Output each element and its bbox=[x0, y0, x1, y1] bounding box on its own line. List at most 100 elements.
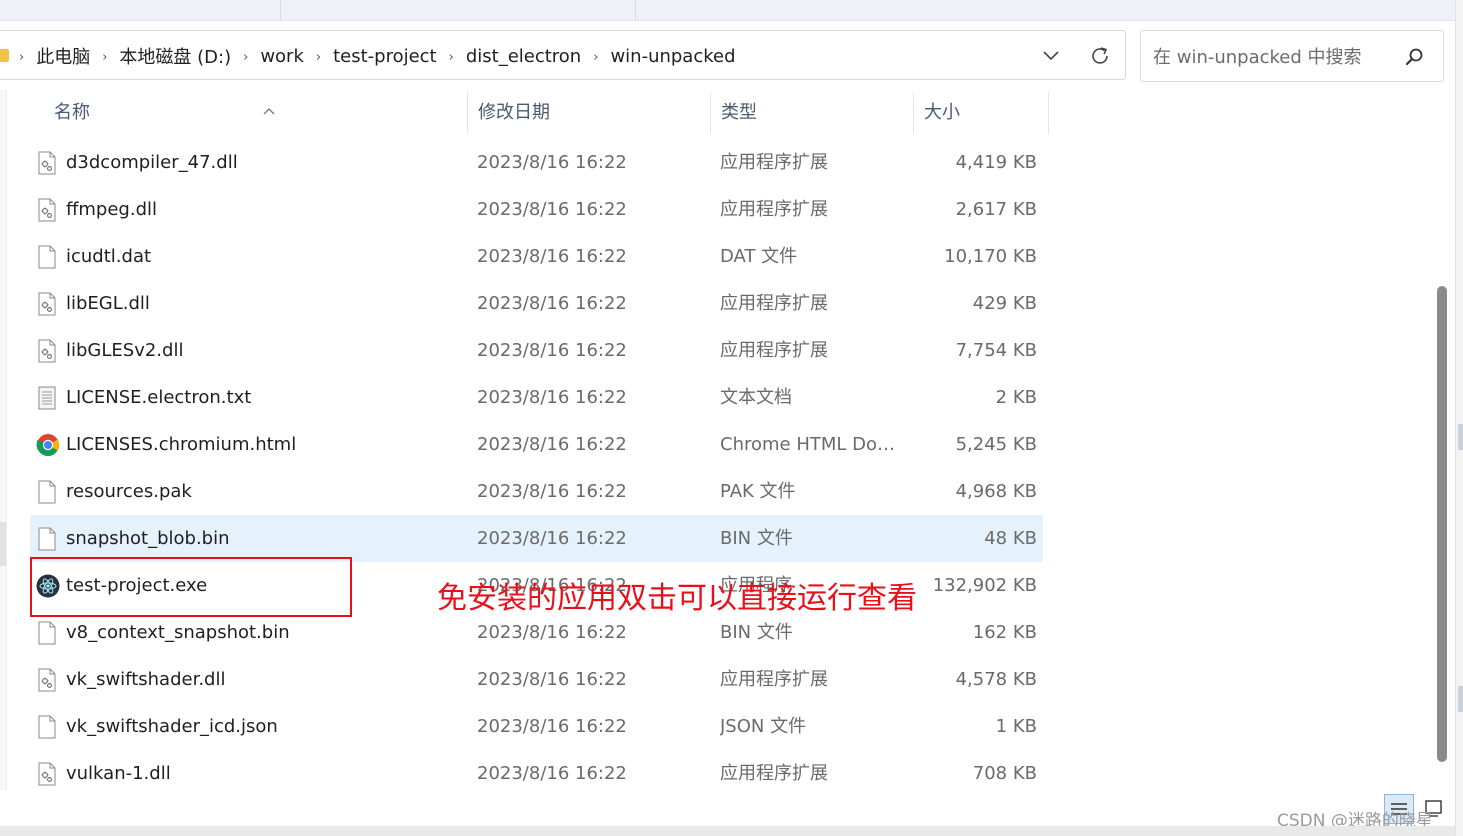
file-row[interactable]: LICENSES.chromium.html 2023/8/16 16:22 Chr… bbox=[30, 421, 1043, 468]
column-header-name[interactable]: 名称 bbox=[44, 92, 468, 134]
search-input[interactable] bbox=[1151, 43, 1405, 71]
annotation-highlight-box bbox=[30, 557, 352, 617]
column-header-size[interactable]: 大小 bbox=[914, 92, 1049, 134]
file-row[interactable]: snapshot_blob.bin 2023/8/16 16:22 BIN 文件 48… bbox=[30, 515, 1043, 562]
dll-file-icon bbox=[36, 292, 58, 316]
file-list: d3dcompiler_47.dll 2023/8/16 16:22 应用程序扩展 4… bbox=[30, 139, 1043, 797]
breadcrumb-item[interactable]: win-unpacked bbox=[610, 46, 735, 67]
right-window-edge bbox=[1455, 0, 1463, 836]
breadcrumb-item[interactable]: 本地磁盘 (D:) bbox=[119, 43, 231, 69]
file-size: 2,617 KB bbox=[955, 199, 1037, 220]
breadcrumb-separator-icon[interactable]: › bbox=[19, 50, 24, 65]
breadcrumb-separator-icon[interactable]: › bbox=[449, 50, 454, 65]
file-type: 应用程序扩展 bbox=[720, 340, 828, 361]
file-date: 2023/8/16 16:22 bbox=[477, 293, 627, 314]
nav-pane-scroll-thumb[interactable] bbox=[0, 522, 6, 566]
file-date: 2023/8/16 16:22 bbox=[477, 387, 627, 408]
breadcrumb-separator-icon[interactable]: › bbox=[316, 50, 321, 65]
file-name: resources.pak bbox=[66, 481, 192, 502]
breadcrumb-item[interactable]: 此电脑 bbox=[36, 43, 90, 69]
refresh-icon[interactable] bbox=[1087, 43, 1113, 69]
file-row[interactable]: vk_swiftshader.dll 2023/8/16 16:22 应用程序扩展 4… bbox=[30, 656, 1043, 703]
file-type: BIN 文件 bbox=[720, 528, 793, 549]
file-name: LICENSES.chromium.html bbox=[66, 434, 297, 455]
file-size: 10,170 KB bbox=[944, 246, 1037, 267]
text-file-icon bbox=[36, 386, 58, 410]
address-bar[interactable]: › 此电脑 › 本地磁盘 (D:) › work › test-project › dist_el… bbox=[0, 30, 1126, 80]
column-header-type[interactable]: 类型 bbox=[711, 92, 914, 134]
blank-file-icon bbox=[36, 715, 58, 739]
file-type: Chrome HTML Doc... bbox=[720, 434, 900, 455]
file-size: 2 KB bbox=[995, 387, 1037, 408]
file-row[interactable]: ffmpeg.dll 2023/8/16 16:22 应用程序扩展 2,617 KB bbox=[30, 186, 1043, 233]
title-strip bbox=[0, 0, 1463, 21]
dll-file-icon bbox=[36, 668, 58, 692]
column-header: 名称 修改日期 类型 大小 bbox=[32, 92, 1049, 134]
file-size: 4,419 KB bbox=[955, 152, 1037, 173]
column-type-label: 类型 bbox=[721, 102, 757, 123]
file-size: 162 KB bbox=[972, 622, 1037, 643]
breadcrumb-separator-icon[interactable]: › bbox=[593, 50, 598, 65]
file-name: icudtl.dat bbox=[66, 246, 152, 267]
scrollbar-thumb[interactable] bbox=[1437, 286, 1447, 762]
file-name: ffmpeg.dll bbox=[66, 199, 158, 220]
file-row[interactable]: LICENSE.electron.txt 2023/8/16 16:22 文本文档 2… bbox=[30, 374, 1043, 421]
file-row[interactable]: vk_swiftshader_icd.json 2023/8/16 16:22 JS… bbox=[30, 703, 1043, 750]
file-name: vulkan-1.dll bbox=[66, 763, 171, 784]
chrome-icon bbox=[36, 433, 59, 457]
dll-file-icon bbox=[36, 198, 58, 222]
edge-marker bbox=[1458, 686, 1463, 712]
blank-file-icon bbox=[36, 245, 58, 269]
column-header-date[interactable]: 修改日期 bbox=[468, 92, 711, 134]
breadcrumb-separator-icon[interactable]: › bbox=[102, 50, 107, 65]
file-type: PAK 文件 bbox=[720, 481, 796, 502]
breadcrumb-item[interactable]: test-project bbox=[333, 46, 437, 67]
file-type: 应用程序扩展 bbox=[720, 763, 828, 784]
chevron-down-icon[interactable] bbox=[1039, 43, 1063, 67]
file-row[interactable]: icudtl.dat 2023/8/16 16:22 DAT 文件 10,170 KB bbox=[30, 233, 1043, 280]
file-row[interactable]: libGLESv2.dll 2023/8/16 16:22 应用程序扩展 7,754 … bbox=[30, 327, 1043, 374]
file-name: vk_swiftshader_icd.json bbox=[66, 716, 278, 737]
vertical-scrollbar[interactable] bbox=[1431, 94, 1451, 770]
file-date: 2023/8/16 16:22 bbox=[477, 481, 627, 502]
file-size: 132,902 KB bbox=[932, 575, 1037, 596]
file-date: 2023/8/16 16:22 bbox=[477, 152, 627, 173]
file-date: 2023/8/16 16:22 bbox=[477, 528, 627, 549]
file-row[interactable]: resources.pak 2023/8/16 16:22 PAK 文件 4,968 … bbox=[30, 468, 1043, 515]
column-date-label: 修改日期 bbox=[478, 102, 550, 123]
edge-marker bbox=[1458, 424, 1463, 450]
dll-file-icon bbox=[36, 151, 58, 175]
file-row[interactable]: vulkan-1.dll 2023/8/16 16:22 应用程序扩展 708 KB bbox=[30, 750, 1043, 797]
blank-file-icon bbox=[36, 480, 58, 504]
breadcrumb-item[interactable]: dist_electron bbox=[466, 46, 581, 67]
file-name: libEGL.dll bbox=[66, 293, 150, 314]
search-box[interactable] bbox=[1140, 30, 1444, 82]
file-size: 7,754 KB bbox=[955, 340, 1037, 361]
file-date: 2023/8/16 16:22 bbox=[477, 763, 627, 784]
file-date: 2023/8/16 16:22 bbox=[477, 340, 627, 361]
file-date: 2023/8/16 16:22 bbox=[477, 246, 627, 267]
file-name: d3dcompiler_47.dll bbox=[66, 152, 238, 173]
file-type: 应用程序扩展 bbox=[720, 293, 828, 314]
file-row[interactable]: libEGL.dll 2023/8/16 16:22 应用程序扩展 429 KB bbox=[30, 280, 1043, 327]
file-date: 2023/8/16 16:22 bbox=[477, 669, 627, 690]
file-type: DAT 文件 bbox=[720, 246, 798, 267]
file-size: 5,245 KB bbox=[955, 434, 1037, 455]
dll-file-icon bbox=[36, 339, 58, 363]
blank-file-icon bbox=[36, 527, 58, 551]
file-type: 应用程序扩展 bbox=[720, 669, 828, 690]
file-type: 文本文档 bbox=[720, 387, 792, 408]
nav-pane-edge bbox=[0, 90, 7, 790]
blank-file-icon bbox=[36, 621, 58, 645]
column-size-label: 大小 bbox=[924, 102, 960, 123]
file-row[interactable]: d3dcompiler_47.dll 2023/8/16 16:22 应用程序扩展 4… bbox=[30, 139, 1043, 186]
dll-file-icon bbox=[36, 762, 58, 786]
file-size: 48 KB bbox=[984, 528, 1037, 549]
search-icon[interactable] bbox=[1403, 46, 1425, 68]
title-strip-segment bbox=[280, 0, 636, 20]
file-type: 应用程序扩展 bbox=[720, 199, 828, 220]
breadcrumb-item[interactable]: work bbox=[260, 46, 304, 67]
file-name: LICENSE.electron.txt bbox=[66, 387, 252, 408]
file-size: 708 KB bbox=[972, 763, 1037, 784]
breadcrumb-separator-icon[interactable]: › bbox=[243, 50, 248, 65]
